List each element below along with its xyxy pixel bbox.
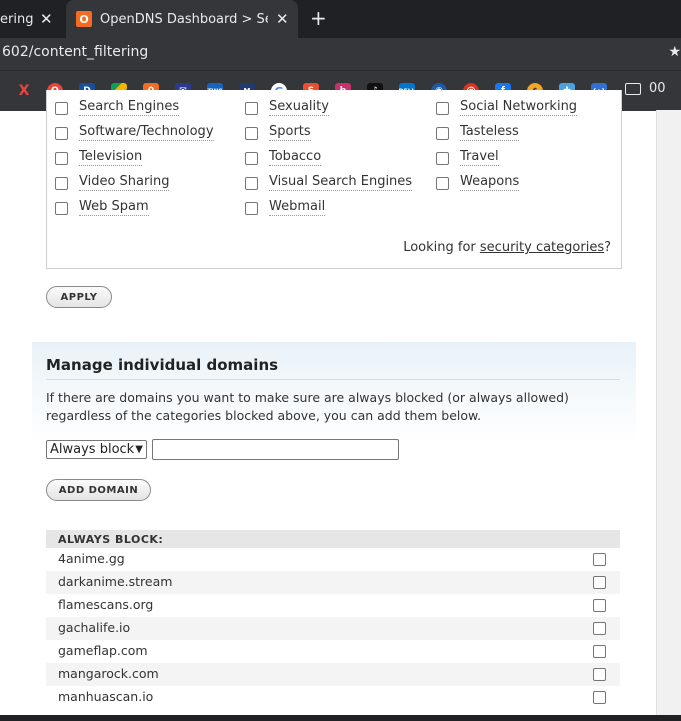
category-checkbox[interactable] <box>55 102 68 115</box>
category-checkbox[interactable] <box>55 202 68 215</box>
category-label[interactable]: Sexuality <box>269 99 329 116</box>
category-checkbox[interactable] <box>55 127 68 140</box>
category-checkbox[interactable] <box>55 177 68 190</box>
security-categories-note: Looking for security categories? <box>403 240 611 255</box>
blocked-domain-row: mangarock.com <box>46 663 620 686</box>
category-label[interactable]: Search Engines <box>79 99 180 116</box>
category-label[interactable]: Visual Search Engines <box>269 174 413 191</box>
category-label[interactable]: Tobacco <box>269 149 322 166</box>
domain-input[interactable] <box>152 439 399 460</box>
category-label[interactable]: Social Networking <box>460 99 578 116</box>
block-mode-value: Always block <box>50 442 135 457</box>
category-checkbox[interactable] <box>245 202 258 215</box>
tab-previous[interactable]: ering ✕ <box>0 0 64 38</box>
domain-select-checkbox[interactable] <box>593 576 606 589</box>
folder-icon <box>625 82 641 95</box>
opendns-favicon-icon: O <box>76 11 92 27</box>
blocked-domain-row: manhuascan.io <box>46 686 620 709</box>
category-checkbox[interactable] <box>245 127 258 140</box>
page-scrollbar[interactable] <box>656 110 681 721</box>
security-categories-link[interactable]: security categories <box>480 240 604 255</box>
bookmark-folder[interactable]: 00 <box>625 81 666 96</box>
blocked-domain-row: 4anime.gg <box>46 548 620 571</box>
tab-title: OpenDNS Dashboard > Setting <box>100 11 268 27</box>
close-icon[interactable]: ✕ <box>276 10 289 28</box>
category-box: Looking for security categories? Search … <box>46 90 622 269</box>
blocked-domain-row: flamescans.org <box>46 594 620 617</box>
category-label[interactable]: Video Sharing <box>79 174 170 191</box>
category-checkbox[interactable] <box>436 102 449 115</box>
category-checkbox[interactable] <box>245 152 258 165</box>
blocked-domain-name: gachalife.io <box>58 620 131 635</box>
add-domain-button[interactable]: ADD DOMAIN <box>46 479 151 501</box>
divider <box>46 379 620 380</box>
chevron-down-icon: ▼ <box>135 444 143 455</box>
new-tab-button[interactable]: + <box>310 0 327 38</box>
blocked-domain-name: gameflap.com <box>58 643 148 658</box>
category-label[interactable]: Webmail <box>269 199 326 216</box>
block-mode-select[interactable]: Always block ▼ <box>46 440 147 459</box>
section-title: Manage individual domains <box>46 356 279 374</box>
domain-select-checkbox[interactable] <box>593 645 606 658</box>
url-text[interactable]: 602/content_filtering <box>2 44 148 60</box>
blocked-domain-row: gachalife.io <box>46 617 620 640</box>
domain-select-checkbox[interactable] <box>593 622 606 635</box>
manage-domains-section: Manage individual domains If there are d… <box>32 342 636 442</box>
blocked-domain-row: darkanime.stream <box>46 571 620 594</box>
domain-select-checkbox[interactable] <box>593 691 606 704</box>
category-checkbox[interactable] <box>436 177 449 190</box>
category-checkbox[interactable] <box>55 152 68 165</box>
bookmark-x-icon[interactable]: X <box>16 83 32 99</box>
domain-select-checkbox[interactable] <box>593 599 606 612</box>
category-checkbox[interactable] <box>245 177 258 190</box>
tab-title: ering <box>0 11 34 27</box>
category-checkbox[interactable] <box>245 102 258 115</box>
blocked-domain-name: mangarock.com <box>58 666 159 681</box>
apply-button[interactable]: APPLY <box>46 286 112 308</box>
address-bar[interactable]: 602/content_filtering ★ <box>0 38 681 70</box>
bookmark-folder-label: 00 <box>649 81 666 96</box>
category-label[interactable]: Weapons <box>460 174 520 191</box>
category-label[interactable]: Sports <box>269 124 311 141</box>
domain-select-checkbox[interactable] <box>593 553 606 566</box>
domain-select-checkbox[interactable] <box>593 668 606 681</box>
category-label[interactable]: Television <box>79 149 143 166</box>
category-label[interactable]: Tasteless <box>460 124 519 141</box>
blocked-domain-name: 4anime.gg <box>58 551 125 566</box>
always-block-header: ALWAYS BLOCK: <box>46 530 620 548</box>
security-prefix: Looking for <box>403 240 480 255</box>
close-icon[interactable]: ✕ <box>40 10 53 28</box>
category-label[interactable]: Software/Technology <box>79 124 214 141</box>
tab-strip: ering ✕ O OpenDNS Dashboard > Setting ✕ … <box>0 0 681 38</box>
category-checkbox[interactable] <box>436 127 449 140</box>
blocked-domain-name: darkanime.stream <box>58 574 173 589</box>
category-checkbox[interactable] <box>436 152 449 165</box>
category-label[interactable]: Travel <box>460 149 499 166</box>
security-suffix: ? <box>604 240 611 255</box>
bookmark-star-icon[interactable]: ★ <box>668 44 681 60</box>
tab-opendns[interactable]: O OpenDNS Dashboard > Setting ✕ <box>66 0 298 38</box>
blocked-domain-row: gameflap.com <box>46 640 620 663</box>
category-label[interactable]: Web Spam <box>79 199 149 216</box>
blocked-domain-name: flamescans.org <box>58 597 154 612</box>
taskbar-edge <box>0 715 681 721</box>
blocked-domain-name: manhuascan.io <box>58 689 154 704</box>
section-description: If there are domains you want to make su… <box>46 390 569 423</box>
